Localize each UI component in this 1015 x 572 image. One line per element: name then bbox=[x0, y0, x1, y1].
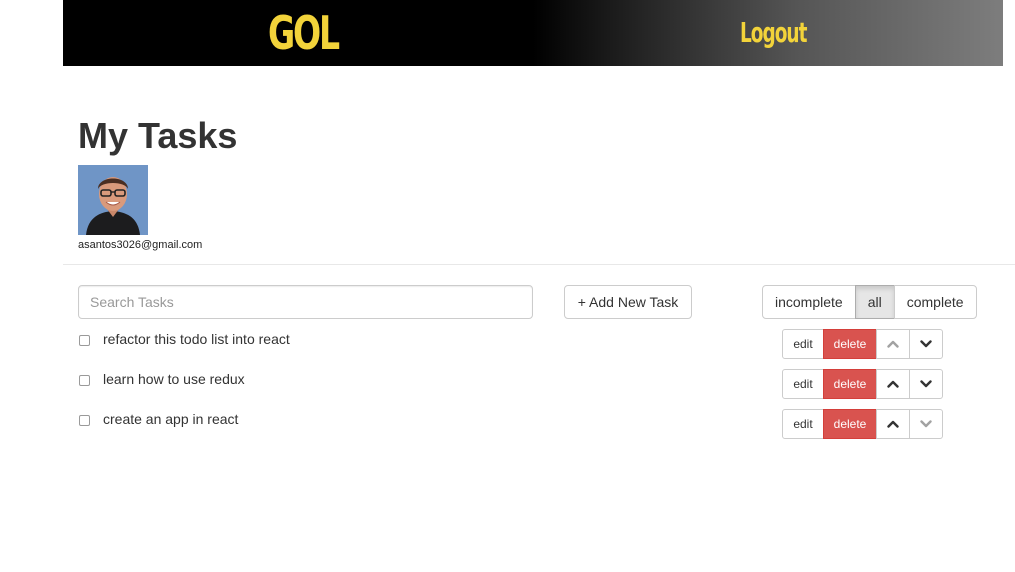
move-down-button[interactable] bbox=[909, 369, 943, 399]
task-label: learn how to use redux bbox=[103, 371, 245, 387]
filter-button-group: incomplete all complete bbox=[762, 285, 977, 319]
top-navbar: GOL Logout bbox=[63, 0, 1003, 66]
task-actions: edit delete bbox=[782, 369, 943, 399]
filter-all-button[interactable]: all bbox=[854, 285, 895, 319]
chevron-down-icon bbox=[920, 340, 932, 348]
user-email: asantos3026@gmail.com bbox=[78, 239, 203, 251]
chevron-up-icon bbox=[887, 420, 899, 428]
divider bbox=[63, 264, 1015, 265]
edit-task-button[interactable]: edit bbox=[782, 369, 824, 399]
move-up-button[interactable] bbox=[876, 369, 910, 399]
search-input[interactable] bbox=[78, 285, 533, 319]
logout-link[interactable]: Logout bbox=[740, 16, 807, 49]
task-label: create an app in react bbox=[103, 411, 239, 427]
task-row: learn how to use redux edit delete bbox=[78, 369, 948, 399]
delete-task-button[interactable]: delete bbox=[823, 369, 877, 399]
move-down-button[interactable] bbox=[909, 409, 943, 439]
user-photo bbox=[78, 165, 148, 235]
delete-task-button[interactable]: delete bbox=[823, 409, 877, 439]
filter-incomplete-button[interactable]: incomplete bbox=[762, 285, 856, 319]
task-actions: edit delete bbox=[782, 329, 943, 359]
task-checkbox[interactable] bbox=[79, 375, 90, 386]
delete-task-button[interactable]: delete bbox=[823, 329, 877, 359]
avatar bbox=[78, 165, 148, 235]
chevron-down-icon bbox=[920, 420, 932, 428]
edit-task-button[interactable]: edit bbox=[782, 329, 824, 359]
task-label: refactor this todo list into react bbox=[103, 331, 290, 347]
task-row: create an app in react edit delete bbox=[78, 409, 948, 439]
task-checkbox[interactable] bbox=[79, 415, 90, 426]
move-down-button[interactable] bbox=[909, 329, 943, 359]
task-checkbox[interactable] bbox=[79, 335, 90, 346]
edit-task-button[interactable]: edit bbox=[782, 409, 824, 439]
brand-logo[interactable]: GOL bbox=[268, 6, 340, 60]
page-title: My Tasks bbox=[78, 115, 238, 156]
add-task-button[interactable]: + Add New Task bbox=[564, 285, 692, 319]
task-actions: edit delete bbox=[782, 409, 943, 439]
chevron-down-icon bbox=[920, 380, 932, 388]
filter-complete-button[interactable]: complete bbox=[893, 285, 977, 319]
task-row: refactor this todo list into react edit de… bbox=[78, 329, 948, 359]
chevron-up-icon bbox=[887, 340, 899, 348]
chevron-up-icon bbox=[887, 380, 899, 388]
move-up-button[interactable] bbox=[876, 409, 910, 439]
move-up-button[interactable] bbox=[876, 329, 910, 359]
